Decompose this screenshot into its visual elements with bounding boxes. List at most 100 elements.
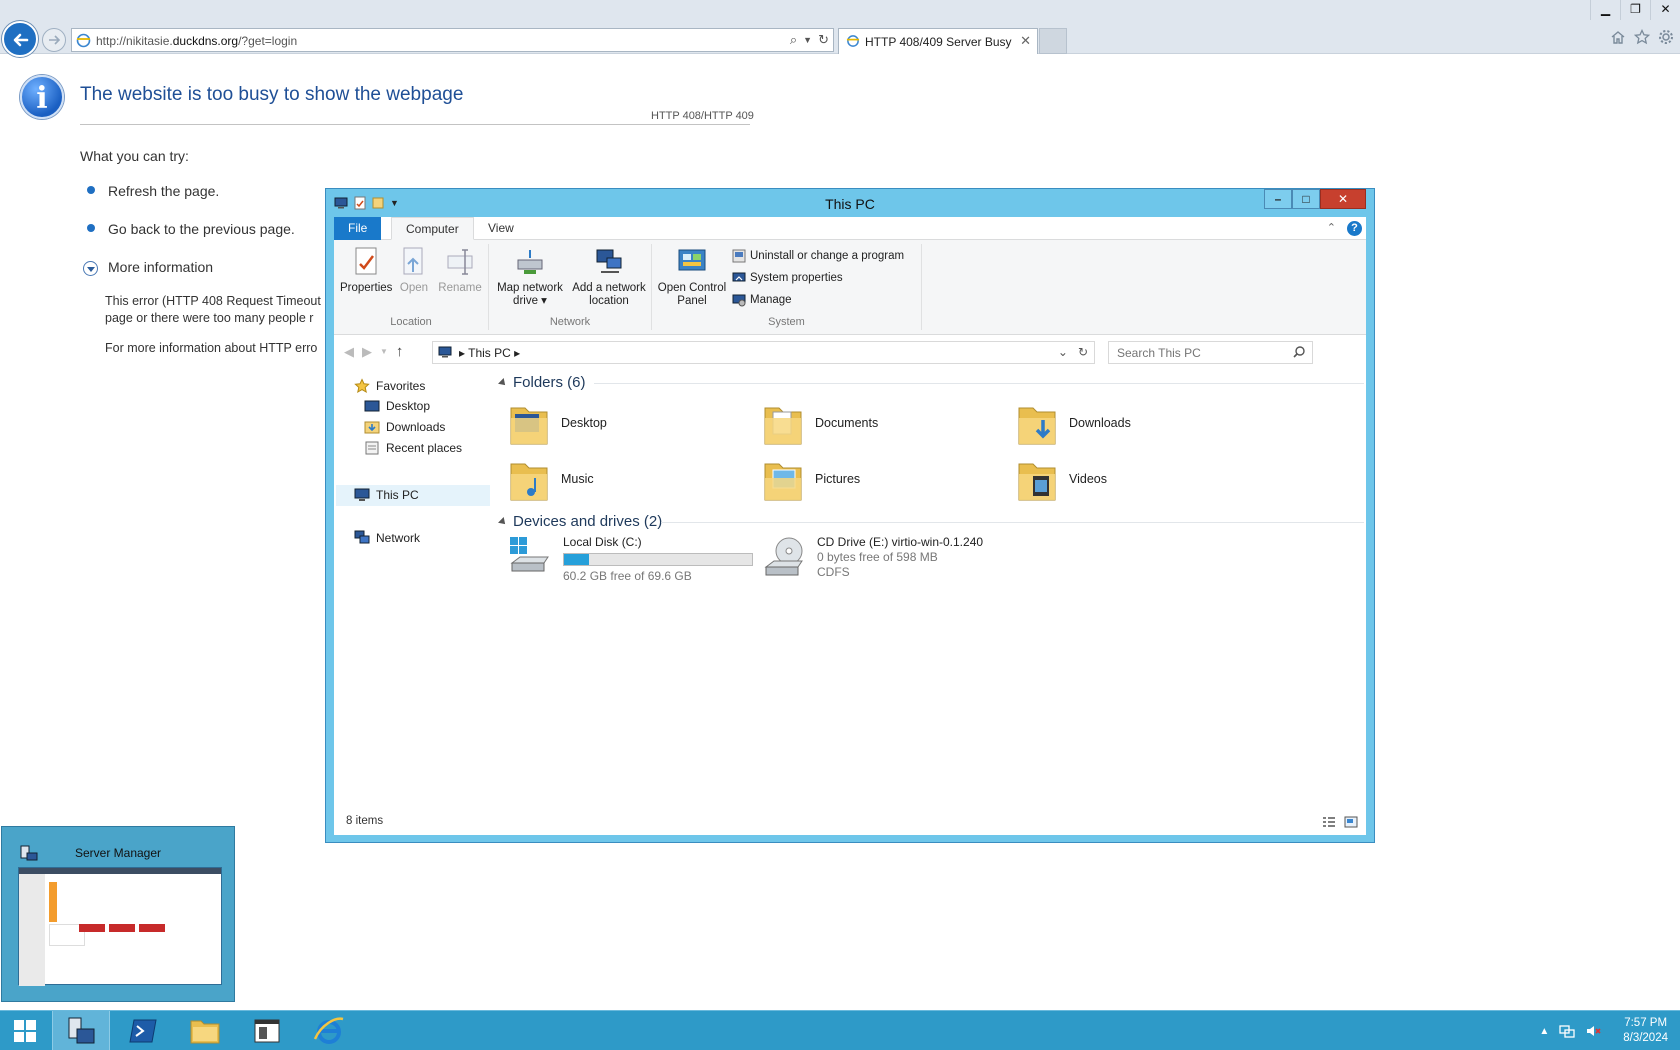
tab-file[interactable]: File bbox=[334, 217, 382, 240]
show-hidden-icons-icon[interactable]: ▲ bbox=[1539, 1026, 1549, 1037]
clock-date: 8/3/2024 bbox=[1623, 1032, 1668, 1044]
taskbar-file-explorer[interactable] bbox=[176, 1011, 234, 1050]
close-tab-icon[interactable]: ✕ bbox=[1020, 33, 1031, 49]
star-icon bbox=[354, 378, 370, 393]
home-icon[interactable] bbox=[1610, 29, 1626, 45]
network-tray-icon[interactable] bbox=[1559, 1023, 1575, 1039]
tab-active[interactable]: HTTP 408/409 Server Busy ✕ bbox=[838, 28, 1038, 54]
tab-computer[interactable]: Computer bbox=[391, 217, 474, 240]
properties-icon bbox=[355, 247, 377, 275]
drive-e[interactable]: CD Drive (E:) virtio-win-0.1.240 0 bytes… bbox=[763, 535, 983, 581]
folder-desktop[interactable]: Desktop bbox=[509, 400, 607, 446]
downloads-folder-icon bbox=[1018, 407, 1056, 445]
gear-icon[interactable] bbox=[1658, 29, 1674, 45]
pictures-folder-icon bbox=[764, 463, 802, 501]
address-dropdown-icon[interactable]: ⌄ bbox=[1058, 345, 1068, 359]
window-title: This PC bbox=[825, 196, 875, 212]
search-icon[interactable] bbox=[1292, 345, 1306, 359]
recent-locations-icon[interactable]: ▼ bbox=[380, 347, 388, 356]
drive-e-free: 0 bytes free of 598 MB bbox=[817, 550, 938, 564]
open-button[interactable]: Open bbox=[394, 246, 434, 295]
open-control-panel-button[interactable]: Open Control Panel bbox=[656, 246, 728, 308]
folder-pictures[interactable]: Pictures bbox=[763, 456, 860, 502]
breadcrumb-this-pc[interactable]: ▸ This PC ▸ bbox=[459, 346, 520, 360]
restore-button[interactable]: ❐ bbox=[1620, 0, 1650, 20]
address-bar[interactable]: http://nikitasie.duckdns.org/?get=login … bbox=[71, 28, 834, 52]
map-network-drive-button[interactable]: Map network drive ▾ bbox=[493, 246, 567, 308]
taskbar-app[interactable] bbox=[238, 1011, 296, 1050]
refresh-icon[interactable]: ↻ bbox=[1078, 345, 1088, 359]
open-icon bbox=[403, 247, 423, 275]
network-icon bbox=[354, 530, 370, 544]
folders-group-header[interactable]: Folders (6) bbox=[498, 374, 586, 391]
up-arrow-icon[interactable]: ↑ bbox=[396, 343, 404, 360]
drives-group-header[interactable]: Devices and drives (2) bbox=[498, 513, 662, 530]
system-properties-button[interactable]: System properties bbox=[732, 271, 843, 285]
breadcrumb[interactable]: ▸ This PC ▸ ⌄ ↻ bbox=[432, 341, 1095, 364]
tab-view[interactable]: View bbox=[474, 217, 528, 240]
close-button[interactable]: ✕ bbox=[1650, 0, 1680, 20]
folder-music[interactable]: Music bbox=[509, 456, 594, 502]
uninstall-program-button[interactable]: Uninstall or change a program bbox=[732, 249, 904, 263]
volume-muted-icon[interactable] bbox=[1585, 1023, 1601, 1039]
favorites-star-icon[interactable] bbox=[1634, 29, 1650, 45]
expand-more-info-icon[interactable] bbox=[83, 261, 98, 276]
preview-thumbnail[interactable] bbox=[18, 867, 222, 986]
drive-c[interactable]: Local Disk (C:) 60.2 GB free of 69.6 GB bbox=[509, 535, 753, 584]
taskbar-server-manager[interactable] bbox=[52, 1011, 110, 1050]
nav-favorites[interactable]: Favorites bbox=[354, 378, 425, 394]
nav-network[interactable]: Network bbox=[354, 530, 420, 546]
help-icon[interactable]: ? bbox=[1347, 221, 1362, 236]
ribbon-group-label: Network bbox=[549, 316, 591, 328]
explorer-title-bar[interactable]: ▼ This PC – □ ✕ bbox=[326, 189, 1374, 217]
back-button[interactable] bbox=[2, 21, 38, 57]
refresh-page-item: Refresh the page. bbox=[108, 183, 220, 199]
error-description-line2: page or there were too many people r bbox=[105, 311, 314, 325]
server-manager-preview[interactable]: Server Manager bbox=[1, 826, 235, 1002]
this-pc-icon bbox=[438, 346, 452, 358]
nav-this-pc[interactable]: This PC bbox=[354, 488, 419, 502]
explorer-maximize-button[interactable]: □ bbox=[1292, 189, 1320, 209]
clock[interactable]: 7:57 PM 8/3/2024 bbox=[1623, 1016, 1668, 1046]
taskbar-internet-explorer[interactable] bbox=[300, 1011, 358, 1050]
ribbon-group-label: System bbox=[768, 316, 805, 328]
search-icon[interactable]: ⌕ bbox=[790, 32, 797, 48]
url-text[interactable]: http://nikitasie.duckdns.org/?get=login bbox=[96, 34, 297, 48]
search-input[interactable] bbox=[1109, 342, 1279, 363]
forward-button[interactable] bbox=[42, 28, 66, 52]
rename-button[interactable]: Rename bbox=[436, 246, 484, 295]
minimize-button[interactable]: ▁ bbox=[1590, 0, 1620, 20]
forward-nav-button[interactable]: ▶ bbox=[362, 344, 372, 360]
back-nav-button[interactable]: ◀ bbox=[344, 344, 354, 360]
bullet-icon bbox=[87, 224, 95, 232]
explorer-close-button[interactable]: ✕ bbox=[1320, 189, 1366, 209]
large-icons-view-icon[interactable] bbox=[1344, 815, 1358, 829]
new-tab-button[interactable] bbox=[1039, 28, 1067, 54]
add-network-location-icon bbox=[596, 249, 622, 273]
properties-button[interactable]: Properties bbox=[340, 246, 392, 295]
nav-recent-places[interactable]: Recent places bbox=[364, 441, 462, 455]
start-button[interactable] bbox=[0, 1011, 50, 1050]
add-network-location-button[interactable]: Add a network location bbox=[569, 246, 649, 308]
more-information-link[interactable]: More information bbox=[108, 259, 213, 275]
folder-documents[interactable]: Documents bbox=[763, 400, 878, 446]
folder-downloads[interactable]: Downloads bbox=[1017, 400, 1131, 446]
taskbar-powershell[interactable] bbox=[114, 1011, 172, 1050]
navigation-pane: Favorites Desktop Downloads Recent place… bbox=[334, 372, 492, 812]
explorer-window: ▼ This PC – □ ✕ File Computer View ⌃ ? P… bbox=[325, 188, 1375, 843]
collapse-ribbon-icon[interactable]: ⌃ bbox=[1327, 221, 1336, 234]
status-bar: 8 items bbox=[334, 811, 1366, 835]
drive-c-name: Local Disk (C:) bbox=[563, 535, 642, 549]
nav-downloads[interactable]: Downloads bbox=[364, 420, 445, 434]
rename-icon bbox=[447, 249, 473, 275]
ribbon-tabs: File Computer View ⌃ ? bbox=[334, 217, 1366, 240]
nav-desktop[interactable]: Desktop bbox=[364, 399, 430, 413]
search-box[interactable] bbox=[1108, 341, 1313, 364]
details-view-icon[interactable] bbox=[1322, 815, 1336, 829]
group-divider bbox=[661, 522, 1364, 523]
manage-button[interactable]: Manage bbox=[732, 293, 792, 307]
folder-videos[interactable]: Videos bbox=[1017, 456, 1107, 502]
dropdown-icon[interactable]: ▼ bbox=[803, 35, 812, 48]
explorer-minimize-button[interactable]: – bbox=[1264, 189, 1292, 209]
refresh-icon[interactable]: ↻ bbox=[818, 32, 829, 48]
